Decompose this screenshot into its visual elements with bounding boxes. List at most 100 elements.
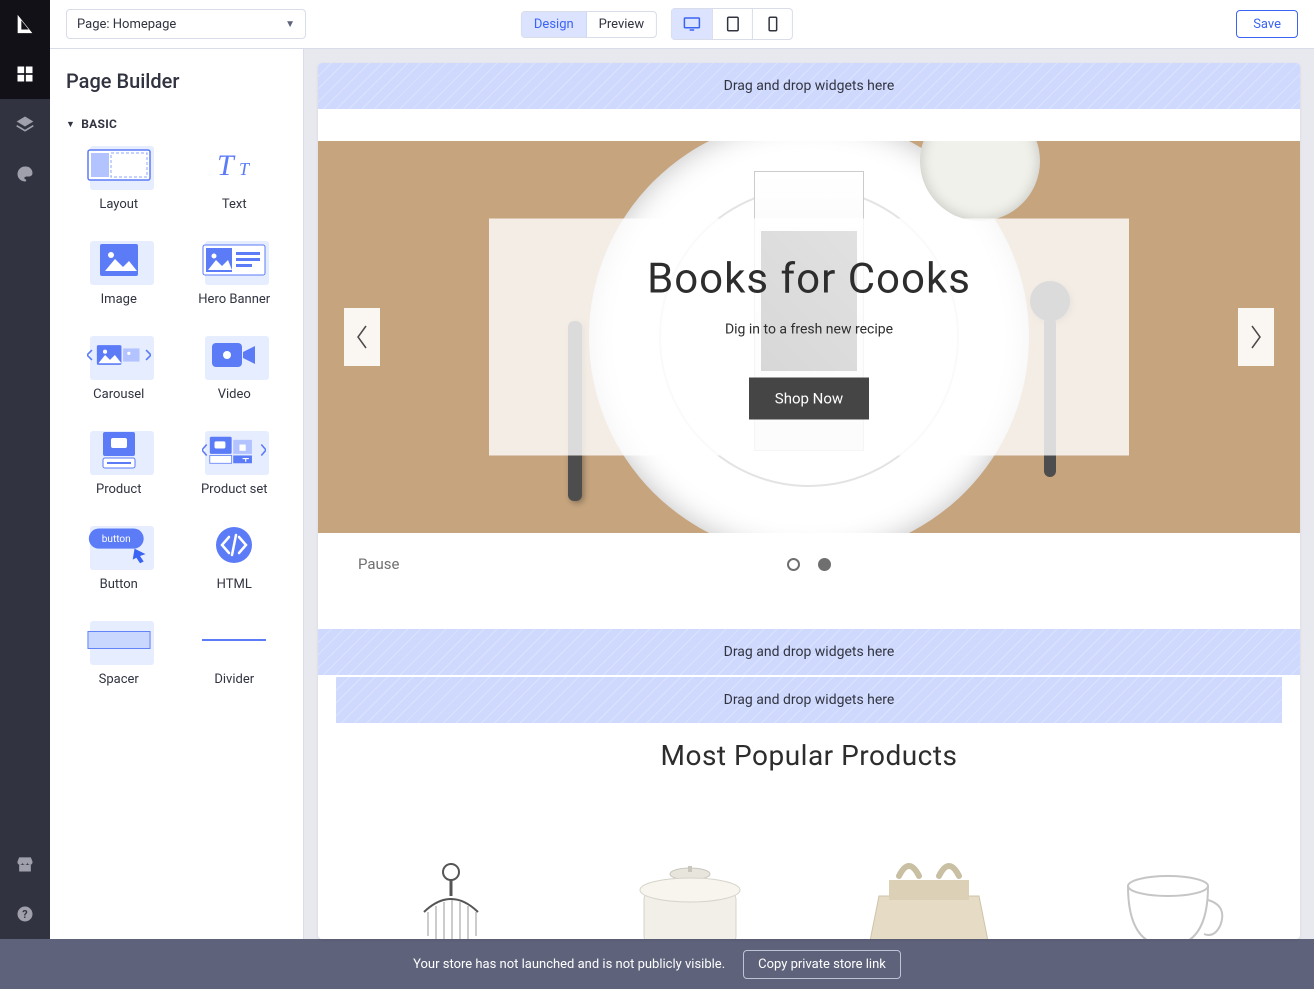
rail-layers[interactable] <box>0 99 50 149</box>
rail-store[interactable] <box>0 839 50 889</box>
hero-next[interactable] <box>1238 308 1274 366</box>
widget-label: Product set <box>201 482 268 497</box>
widget-label: Layout <box>99 197 138 212</box>
hero-title: Books for Cooks <box>509 255 1109 304</box>
button-badge-text: button <box>102 534 131 545</box>
product-card-1[interactable] <box>346 826 555 939</box>
svg-text:?: ? <box>22 908 27 921</box>
help-icon: ? <box>15 904 35 924</box>
dropzone-mid-1[interactable]: Drag and drop widgets here <box>318 629 1300 675</box>
widget-label: Hero Banner <box>198 292 270 307</box>
widget-label: Button <box>100 577 138 592</box>
body: ? Page Builder ▼ BASIC Layout TT Text <box>0 49 1314 939</box>
rail-help[interactable]: ? <box>0 889 50 939</box>
copy-private-link-button[interactable]: Copy private store link <box>743 950 901 979</box>
save-button[interactable]: Save <box>1236 10 1298 38</box>
widget-label: Product <box>96 482 141 497</box>
dropzone-top[interactable]: Drag and drop widgets here <box>318 63 1300 109</box>
popular-title: Most Popular Products <box>318 739 1300 772</box>
widget-button[interactable]: button Button <box>66 523 172 592</box>
gap <box>318 595 1300 629</box>
widget-label: Image <box>101 292 137 307</box>
canvas-scroll[interactable]: Drag and drop widgets here <box>318 63 1300 939</box>
product-card-4[interactable] <box>1063 826 1272 939</box>
widget-product[interactable]: Product <box>66 428 172 497</box>
triangle-down-icon: ▼ <box>66 119 75 130</box>
dropzone-text: Drag and drop widgets here <box>724 692 895 708</box>
spacer-icon <box>87 618 151 662</box>
widget-html[interactable]: HTML <box>182 523 288 592</box>
carousel-dot-2[interactable] <box>818 558 831 571</box>
hero-banner-icon <box>202 238 266 282</box>
product-set-icon <box>202 428 266 472</box>
widget-grid: Layout TT Text Image He <box>66 143 287 687</box>
layers-icon <box>15 114 35 134</box>
product-image-glass <box>1108 856 1228 939</box>
rail-theme[interactable] <box>0 149 50 199</box>
widget-label: Spacer <box>99 672 139 687</box>
product-card-2[interactable] <box>585 826 794 939</box>
product-image-pot <box>630 856 750 939</box>
center-controls: Design Preview <box>521 8 793 40</box>
page-selector[interactable]: Page: Homepage ▼ <box>66 9 306 39</box>
device-mobile[interactable] <box>752 9 792 39</box>
widget-label: HTML <box>217 577 252 592</box>
section-toggle-basic[interactable]: ▼ BASIC <box>66 117 287 131</box>
hero-prev[interactable] <box>344 308 380 366</box>
device-desktop[interactable] <box>672 9 712 39</box>
carousel-icon <box>87 333 151 377</box>
topbar: Page: Homepage ▼ Design Preview Save <box>0 0 1314 49</box>
widget-label: Text <box>222 197 247 212</box>
dropzone-text: Drag and drop widgets here <box>724 78 895 94</box>
button-icon: button <box>87 523 151 567</box>
chevron-right-icon <box>1248 324 1264 350</box>
mode-preview[interactable]: Preview <box>587 12 656 37</box>
footer-banner: Your store has not launched and is not p… <box>0 939 1314 989</box>
widget-image[interactable]: Image <box>66 238 172 307</box>
canvas-card: Drag and drop widgets here <box>318 63 1300 939</box>
hero-cta-button[interactable]: Shop Now <box>749 378 869 420</box>
chevron-down-icon: ▼ <box>285 19 295 30</box>
hero-banner[interactable]: Books for Cooks Dig in to a fresh new re… <box>318 141 1300 533</box>
widgets-icon <box>15 64 35 84</box>
svg-text:T: T <box>239 159 251 179</box>
widget-label: Video <box>218 387 251 402</box>
left-rail: ? <box>0 49 50 939</box>
canvas-wrap: Drag and drop widgets here <box>304 49 1314 939</box>
widget-video[interactable]: Video <box>182 333 288 402</box>
svg-text:T: T <box>217 149 236 182</box>
dropzone-mid-2[interactable]: Drag and drop widgets here <box>336 677 1282 723</box>
product-card-3[interactable] <box>824 826 1033 939</box>
device-tablet[interactable] <box>712 9 752 39</box>
rail-widgets[interactable] <box>0 49 50 99</box>
store-icon <box>15 854 35 874</box>
carousel-dot-1[interactable] <box>787 558 800 571</box>
dropzone-text: Drag and drop widgets here <box>724 644 895 660</box>
carousel-pause[interactable]: Pause <box>358 555 400 573</box>
widget-carousel[interactable]: Carousel <box>66 333 172 402</box>
hero-panel: Books for Cooks Dig in to a fresh new re… <box>489 219 1129 456</box>
brand-logo[interactable] <box>0 0 50 49</box>
page-selector-label: Page: Homepage <box>77 17 176 32</box>
widget-label: Carousel <box>93 387 144 402</box>
carousel-dots <box>787 558 831 571</box>
product-image-strainer <box>406 856 496 939</box>
mode-design[interactable]: Design <box>522 12 587 37</box>
widget-text[interactable]: TT Text <box>182 143 288 212</box>
widget-layout[interactable]: Layout <box>66 143 172 212</box>
tablet-icon <box>724 15 742 33</box>
widget-product-set[interactable]: Product set <box>182 428 288 497</box>
layout-icon <box>87 143 151 187</box>
section-popular: Most Popular Products <box>318 723 1300 796</box>
image-icon <box>87 238 151 282</box>
widget-divider[interactable]: Divider <box>182 618 288 687</box>
whitespace <box>318 109 1300 141</box>
sidebar-title: Page Builder <box>66 69 287 93</box>
widget-hero-banner[interactable]: Hero Banner <box>182 238 288 307</box>
hero-subtitle: Dig in to a fresh new recipe <box>509 322 1109 338</box>
brand-icon <box>14 13 36 35</box>
widget-spacer[interactable]: Spacer <box>66 618 172 687</box>
widget-label: Divider <box>214 672 254 687</box>
sidebar: Page Builder ▼ BASIC Layout TT Text <box>50 49 304 939</box>
product-image-bag <box>859 856 999 939</box>
